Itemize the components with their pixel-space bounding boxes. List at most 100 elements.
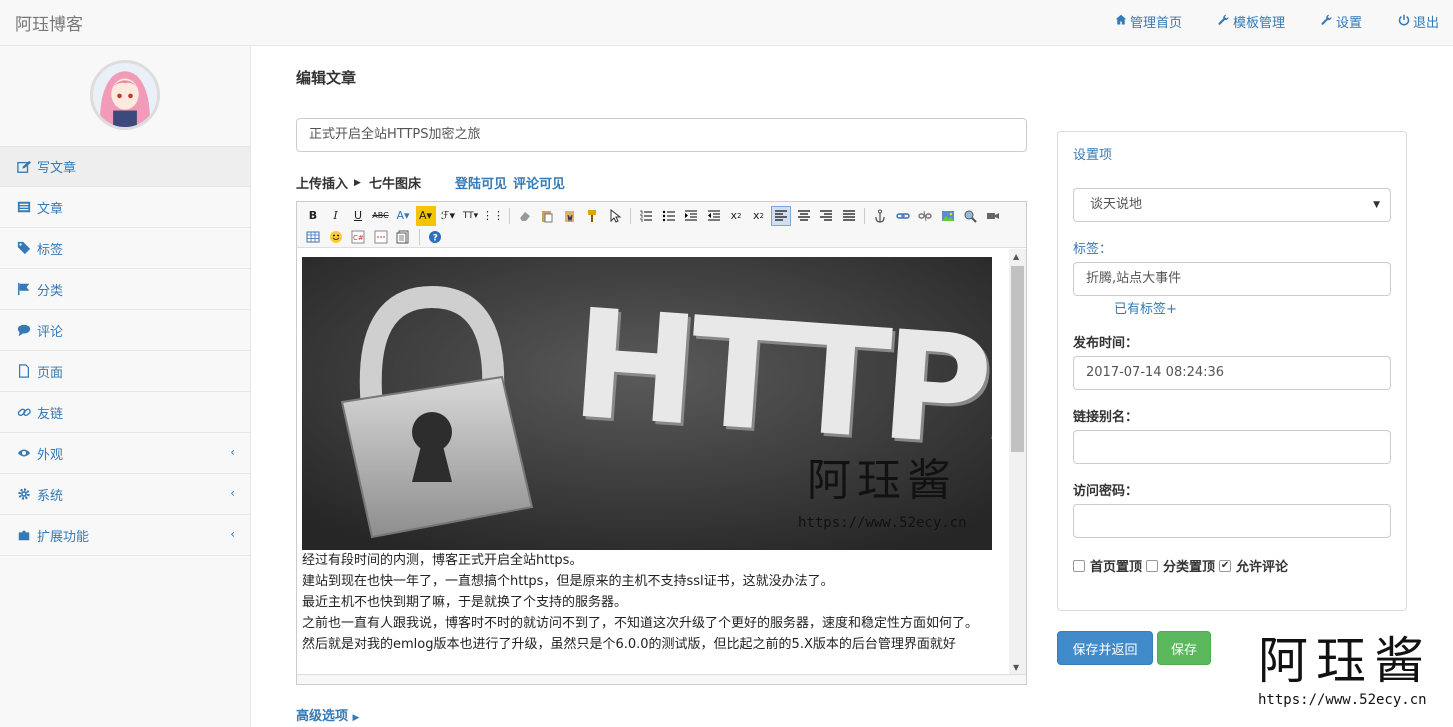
align-justify-icon[interactable] [839,206,859,226]
link-icon[interactable] [893,206,913,226]
scrollbar-thumb[interactable] [1011,266,1024,452]
flag-icon [17,282,31,296]
font-size-icon[interactable]: TT▾ [461,206,481,226]
save-and-return-button[interactable]: 保存并返回 [1057,631,1153,665]
source-icon[interactable] [393,227,413,247]
eraser-icon[interactable] [515,206,535,226]
qiniu-image-host-button[interactable]: 七牛图床 [369,173,421,192]
power-icon [1398,14,1410,30]
tags-input[interactable]: 折腾,站点大事件 [1073,262,1391,296]
scroll-down-icon[interactable]: ▼ [1013,663,1019,672]
paragraph: 经过有段时间的内测，博客正式开启全站https。 [302,553,583,568]
eye-icon [17,446,31,460]
alias-input[interactable] [1073,430,1391,464]
emoticon-icon[interactable] [326,227,346,247]
checkbox-label: 允许评论 [1236,560,1289,575]
tags-icon [17,241,31,255]
highlight-icon[interactable]: A▾ [415,205,436,226]
paragraph: 建站到现在也快一年了，一直想搞个https，但是原来的主机不支持ssl证书，这就… [302,574,834,589]
code-icon[interactable]: C# [348,227,368,247]
sidebar-item-extensions[interactable]: 扩展功能 ‹ [0,515,250,556]
anchor-icon[interactable] [870,206,890,226]
hero-watermark-name: 阿珏酱 [807,455,957,506]
sidebar-item-write[interactable]: 写文章 [0,146,250,187]
nav-settings[interactable]: 设置 [1321,12,1362,31]
page-break-icon[interactable] [371,227,391,247]
strikethrough-icon[interactable]: ABC [371,206,391,226]
video-icon[interactable] [983,206,1003,226]
category-select[interactable]: 谈天说地 ▼ [1073,188,1391,222]
nav-template-manage[interactable]: 模板管理 [1218,12,1285,31]
paste-icon[interactable] [537,206,557,226]
publish-time-input[interactable]: 2017-07-14 08:24:36 [1073,356,1391,390]
superscript-icon[interactable]: x2 [749,206,769,226]
watermark: 阿珏酱 https://www.52ecy.cn [1258,632,1448,722]
unordered-list-icon[interactable] [659,206,679,226]
sidebar-item-pages[interactable]: 页面 [0,351,250,392]
wrench-icon [1218,14,1230,30]
sidebar-item-tags[interactable]: 标签 [0,228,250,269]
page-title: 编辑文章 [296,69,357,87]
upload-row: 上传插入 ▶ 七牛图床 登陆可见 评论可见 [296,173,571,192]
password-input[interactable] [1073,504,1391,538]
image-icon[interactable] [938,206,958,226]
edit-icon [17,160,31,174]
editor-content[interactable]: HTTPS 阿珏酱 https://www.52ecy.cn 经过有段时间的内测… [297,249,1010,675]
advanced-options-link[interactable]: 高级选项 ▶ [296,705,359,724]
help-icon[interactable]: ? [425,227,445,247]
font-family-icon[interactable]: ℱ▾ [438,206,458,226]
sidebar-item-appearance[interactable]: 外观 ‹ [0,433,250,474]
indent-icon[interactable] [681,206,701,226]
more-icon[interactable]: ⋮⋮ [482,206,504,226]
italic-icon[interactable]: I [326,206,346,226]
align-left-icon[interactable] [771,205,791,226]
top-nav-links: 管理首页 模板管理 设置 退出 [1115,12,1439,31]
paragraph: 之前也一直有人跟我说，博客时不时的就访问不到了，不知道这次升级了个更好的服务器，… [302,616,979,631]
watermark-name: 阿珏酱 [1258,632,1432,690]
unlink-icon[interactable] [915,206,935,226]
nav-logout[interactable]: 退出 [1398,12,1439,31]
format-painter-icon[interactable] [582,206,602,226]
sidebar-item-label: 扩展功能 [37,529,90,545]
sidebar-item-system[interactable]: 系统 ‹ [0,474,250,515]
comment-visible-button[interactable]: 评论可见 [513,173,565,192]
login-visible-button[interactable]: 登陆可见 [455,173,507,192]
upload-insert-button[interactable]: 上传插入 [296,173,348,192]
gear-icon [17,487,31,501]
sidebar-item-label: 分类 [37,283,64,299]
sticky-home-checkbox[interactable] [1073,559,1085,572]
underline-icon[interactable]: U [348,206,368,226]
bold-icon[interactable]: B [303,206,323,226]
table-icon[interactable] [303,227,323,247]
select-cursor-icon[interactable] [605,206,625,226]
subscript-icon[interactable]: x2 [726,206,746,226]
brand-title[interactable]: 阿珏博客 [15,10,83,35]
sticky-category-checkbox[interactable] [1146,559,1159,572]
ordered-list-icon[interactable] [636,206,656,226]
editor-resize-handle[interactable] [297,674,1026,684]
align-right-icon[interactable] [816,206,836,226]
alias-label: 链接别名： [1073,410,1139,425]
existing-tags-link[interactable]: 已有标签+ [1114,298,1177,317]
allow-comment-checkbox[interactable]: ✔ [1219,559,1232,572]
align-center-icon[interactable] [794,206,814,226]
sidebar-menu: 写文章 文章 标签 分类 评论 页面 友链 外观 ‹ 系统 ‹ 扩展功能 ‹ [0,146,250,556]
outdent-icon[interactable] [704,206,724,226]
list-icon [17,200,31,214]
insert-image-icon[interactable] [960,206,980,226]
scroll-up-icon[interactable]: ▲ [1013,252,1019,261]
post-title-input[interactable]: 正式开启全站HTTPS加密之旅 [296,118,1027,152]
sidebar-item-links[interactable]: 友链 [0,392,250,433]
home-icon [1115,14,1127,30]
caret-right-icon: ▶ [352,713,360,723]
sidebar-item-comments[interactable]: 评论 [0,310,250,351]
sidebar-item-categories[interactable]: 分类 [0,269,250,310]
paste-word-icon[interactable] [560,206,580,226]
editor-scrollbar[interactable]: ▲ ▼ [1009,249,1026,675]
file-icon [17,364,31,378]
font-color-icon[interactable]: A▾ [393,206,413,226]
caret-right-icon: ▶ [354,177,361,188]
sidebar-item-articles[interactable]: 文章 [0,187,250,228]
save-button[interactable]: 保存 [1157,631,1211,665]
nav-admin-home[interactable]: 管理首页 [1115,12,1182,31]
